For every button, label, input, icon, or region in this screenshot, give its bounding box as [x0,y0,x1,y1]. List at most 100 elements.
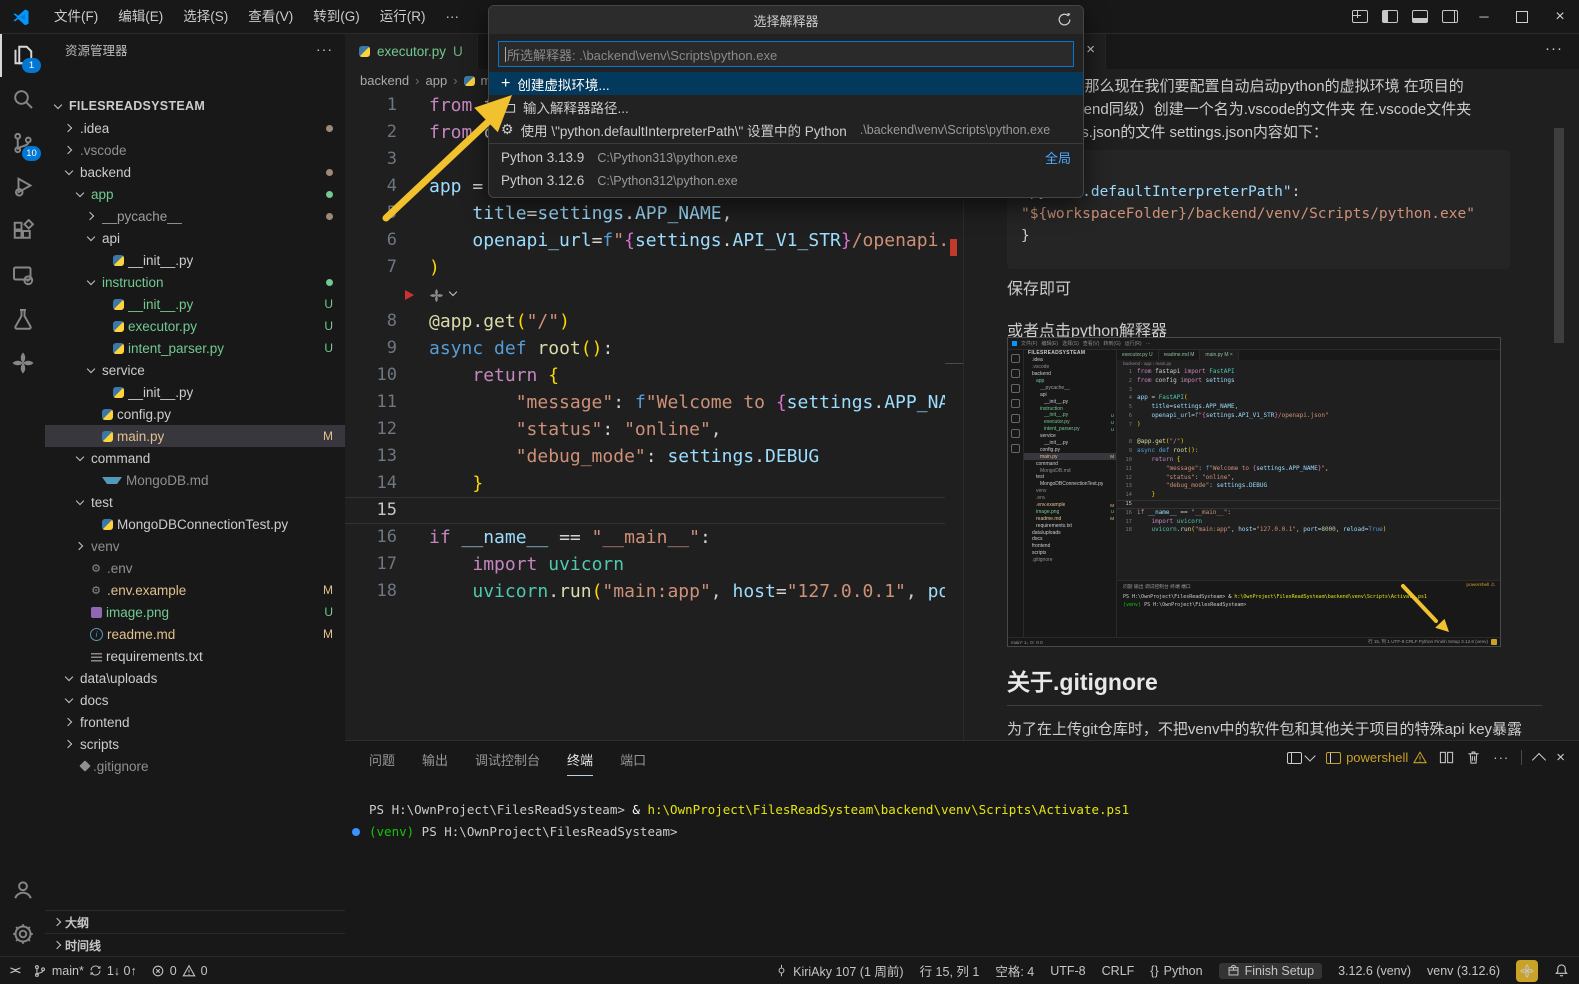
sidebar-more-actions-icon[interactable]: ··· [316,41,333,57]
code-line[interactable]: 11 "message": f"Welcome to {settings.APP… [345,389,963,416]
code-line[interactable]: 7) [345,254,963,281]
close-icon[interactable]: × [1086,41,1095,58]
ai-extension-icon[interactable] [0,341,45,385]
toggle-sidebar-icon[interactable] [1375,0,1405,33]
tree-item[interactable]: FILESREADSYSTEAM [45,95,345,117]
quick-pick-item[interactable]: Python 3.12.6C:\Python312\python.exe [489,169,1083,192]
quick-pick-item[interactable]: Python 3.13.9C:\Python313\python.exe全局 [489,146,1083,169]
terminal-more-actions-icon[interactable]: ··· [1493,750,1509,765]
explorer-icon[interactable]: 1 [0,33,45,77]
command-decoration-dot[interactable] [352,828,360,836]
tree-item[interactable]: intent_parser.pyU [45,337,345,359]
tree-item[interactable]: main.pyM [45,425,345,447]
account-icon[interactable] [0,868,45,912]
python-version-item[interactable]: 3.12.6 (venv) [1338,964,1411,978]
breadcrumb-item[interactable]: backend [360,73,409,88]
tree-item[interactable]: ⚙.env.exampleM [45,579,345,601]
tree-item[interactable]: executor.pyU [45,315,345,337]
tree-item[interactable]: command [45,447,345,469]
tree-item[interactable]: requirements.txt [45,645,345,667]
tree-item[interactable]: __init__.py [45,381,345,403]
search-icon[interactable] [0,77,45,121]
testing-icon[interactable] [0,297,45,341]
tree-item[interactable]: data\uploads [45,667,345,689]
tree-item[interactable]: ireadme.mdM [45,623,345,645]
kill-terminal-trash-icon[interactable] [1466,750,1481,765]
quick-pick-item[interactable]: ⚙使用 \"python.defaultInterpreterPath\" 设置… [489,118,1083,141]
encoding-item[interactable]: UTF-8 [1050,964,1085,978]
quick-pick-item-action[interactable]: 全局 [1045,148,1071,167]
tree-item[interactable]: __init__.pyU [45,293,345,315]
tab-executor-py[interactable]: executor.py U [345,33,478,69]
tree-item[interactable]: test [45,491,345,513]
maximize-panel-icon[interactable] [1532,752,1546,766]
panel-tab-输出[interactable]: 输出 [422,750,448,776]
code-line[interactable]: 18 uvicorn.run("main:app", host="127.0.0… [345,578,963,605]
extensions-icon[interactable] [0,209,45,253]
split-terminal-icon[interactable] [1439,750,1454,765]
blame-item[interactable]: KiriAky 107 (1 周前) [775,961,903,980]
terminal-output[interactable]: PS H:\OwnProject\FilesReadSysteam> & h:\… [369,799,1129,843]
tree-item[interactable]: scripts [45,733,345,755]
inline-suggestion-row[interactable] [345,281,963,308]
tree-item[interactable]: .gitignore [45,755,345,777]
git-branch-item[interactable]: main* 1↓ 0↑ [33,964,137,978]
tree-item[interactable]: image.pngU [45,601,345,623]
tree-item[interactable]: frontend [45,711,345,733]
chevron-down-icon[interactable] [446,286,460,300]
quick-pick-item[interactable]: 输入解释器路径... [489,95,1083,118]
breadcrumb-item[interactable]: app [426,73,448,88]
customize-layout-icon[interactable] [1345,0,1375,33]
tree-item[interactable]: .idea [45,117,345,139]
panel-tab-终端[interactable]: 终端 [567,750,593,776]
tree-item[interactable]: MongoDBConnectionTest.py [45,513,345,535]
indentation-item[interactable]: 空格: 4 [995,961,1034,980]
tree-item[interactable]: instruction [45,271,345,293]
code-line[interactable]: 10 return { [345,362,963,389]
finish-setup-item[interactable]: Finish Setup [1219,963,1322,979]
tree-item[interactable]: __pycache__ [45,205,345,227]
interpreter-path-input[interactable]: 所选解释器: .\backend\venv\Scripts\python.exe [498,41,1074,67]
tree-item[interactable]: docs [45,689,345,711]
tree-item[interactable]: service [45,359,345,381]
outline-section[interactable]: 大纲 [45,910,345,933]
problems-item[interactable]: 0 0 [151,964,208,978]
panel-tab-问题[interactable]: 问题 [369,750,395,776]
code-line[interactable]: 9async def root(): [345,335,963,362]
preview-scrollbar[interactable] [1554,128,1564,343]
settings-gear-icon[interactable] [0,912,45,956]
notifications-bell-icon[interactable] [1554,963,1569,978]
menu-item[interactable]: ··· [436,0,470,33]
minimize-button[interactable]: ─ [1465,0,1503,33]
terminal-instance-powershell[interactable]: powershell [1326,750,1427,765]
tree-item[interactable]: MongoDB.md [45,469,345,491]
ai-status-icon[interactable] [1516,960,1538,982]
tree-item[interactable]: config.py [45,403,345,425]
remote-explorer-icon[interactable] [0,253,45,297]
close-window-button[interactable]: × [1541,0,1579,33]
tree-item[interactable]: venv [45,535,345,557]
tree-item[interactable]: __init__.py [45,249,345,271]
code-line[interactable]: 14 } [345,470,963,497]
menu-item[interactable]: 运行(R) [370,0,436,33]
code-line[interactable]: 17 import uvicorn [345,551,963,578]
code-line[interactable]: 6 openapi_url=f"{settings.API_V1_STR}/op… [345,227,963,254]
source-control-icon[interactable]: 10 [0,121,45,165]
launch-profile-button[interactable] [1287,752,1314,764]
tree-item[interactable]: ⚙.env [45,557,345,579]
tree-item[interactable]: app [45,183,345,205]
code-line[interactable]: 8@app.get("/") [345,308,963,335]
code-line[interactable]: 16if __name__ == "__main__": [345,524,963,551]
eol-item[interactable]: CRLF [1102,964,1135,978]
toggle-secondary-sidebar-icon[interactable] [1435,0,1465,33]
code-line[interactable]: 15 [345,497,963,524]
code-line[interactable]: 13 "debug_mode": settings.DEBUG [345,443,963,470]
code-line[interactable]: 12 "status": "online", [345,416,963,443]
menu-item[interactable]: 查看(V) [238,0,303,33]
maximize-button[interactable] [1503,0,1541,33]
run-debug-icon[interactable] [0,165,45,209]
tree-item[interactable]: .vscode [45,139,345,161]
tree-item[interactable]: backend [45,161,345,183]
language-mode-item[interactable]: {}Python [1150,964,1202,978]
toggle-panel-icon[interactable] [1405,0,1435,33]
